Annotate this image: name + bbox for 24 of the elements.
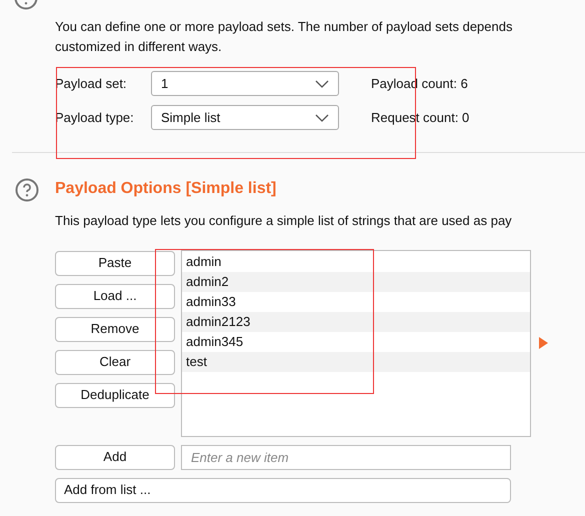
dropdown-caret-icon [315, 114, 329, 122]
dropdown[interactable]: Simple list [151, 105, 339, 130]
section-title: Payload Options [Simple list] [55, 179, 276, 199]
list-action-button[interactable]: Paste [55, 250, 175, 276]
add-button[interactable]: Add [55, 444, 175, 470]
list-action-button[interactable]: Remove [55, 316, 175, 342]
list-item[interactable]: admin345 [182, 332, 530, 352]
dropdown[interactable]: 1 [151, 71, 339, 96]
dropdown-caret-icon [315, 80, 329, 88]
list-item[interactable]: admin2123 [182, 312, 530, 332]
list-item[interactable]: admin2 [182, 272, 530, 292]
description-text: This payload type lets you configure a simple list of strings that are used as pay [55, 212, 513, 230]
list-action-button[interactable]: Load ... [55, 284, 175, 308]
help-icon[interactable] [15, 178, 39, 202]
list-item[interactable]: test [182, 352, 530, 372]
add-from-list-dropdown[interactable]: Add from list ... [55, 478, 511, 502]
list-item[interactable]: admin [182, 252, 530, 272]
list-action-button[interactable]: Deduplicate [55, 382, 175, 408]
intro-text: You can define one or more payload sets. The number of payload sets depends [55, 18, 514, 36]
expand-arrow-icon[interactable] [539, 336, 548, 348]
list-item[interactable]: admin33 [182, 292, 530, 312]
list-action-button[interactable]: Clear [55, 350, 175, 374]
intro-text: customized in different ways. [55, 38, 223, 56]
new-item-field[interactable]: Enter a new item [181, 444, 511, 470]
